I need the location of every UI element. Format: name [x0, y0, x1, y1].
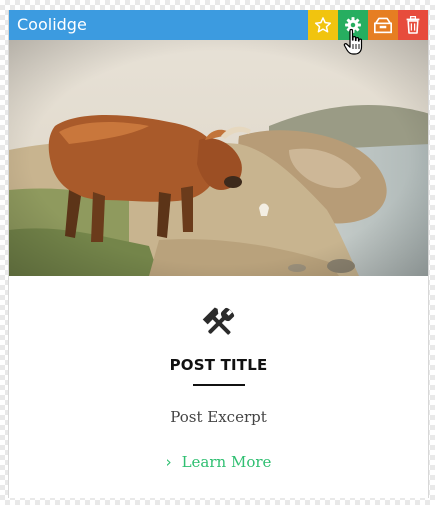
delete-button[interactable]: [398, 10, 428, 40]
favorite-button[interactable]: [308, 10, 338, 40]
post-content: POST TITLE Post Excerpt › Learn More: [9, 276, 428, 498]
learn-more-link[interactable]: › Learn More: [9, 453, 428, 471]
post-title: POST TITLE: [169, 356, 268, 374]
template-card: Coolidge POST TITLE Post Excerpt › Learn…: [8, 10, 429, 498]
gear-icon: [345, 17, 361, 33]
post-excerpt: Post Excerpt: [170, 408, 267, 426]
chevron-right-icon: ›: [165, 453, 172, 471]
hammer-wrench-icon: [202, 307, 235, 335]
trash-icon: [406, 16, 420, 34]
title-divider: [193, 384, 245, 386]
template-actions: [308, 10, 428, 40]
template-title: Coolidge: [17, 15, 87, 34]
star-icon: [314, 17, 332, 33]
learn-more-label: Learn More: [181, 453, 272, 471]
settings-button[interactable]: [338, 10, 368, 40]
template-header: Coolidge: [9, 10, 428, 40]
hero-image: [9, 40, 428, 276]
save-template-button[interactable]: [368, 10, 398, 40]
photo-highland-cow: [9, 40, 428, 276]
archive-box-icon: [374, 17, 392, 34]
